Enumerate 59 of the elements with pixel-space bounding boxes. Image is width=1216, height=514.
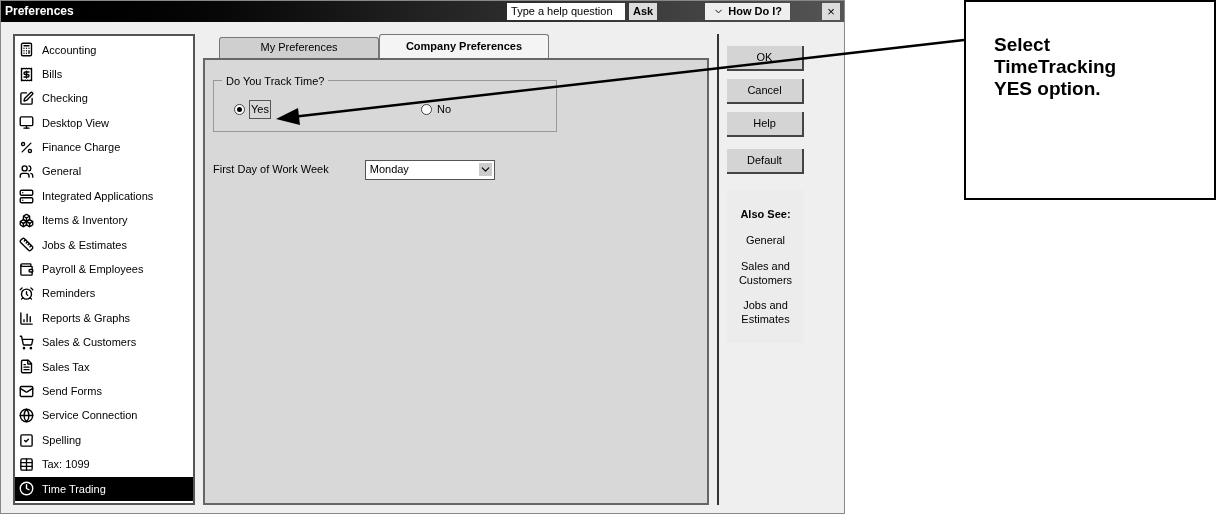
radio-button[interactable] <box>420 104 432 116</box>
also-see-title: Also See: <box>740 206 791 222</box>
wallet-icon <box>19 261 34 277</box>
percent-icon <box>19 139 34 155</box>
category-item[interactable]: Integrated Applications <box>15 183 193 209</box>
category-item[interactable]: Finance Charge <box>15 135 193 160</box>
dialog-button[interactable]: OK <box>727 45 804 71</box>
category-item[interactable]: Desktop View <box>15 110 193 136</box>
alarm-clock-icon <box>19 286 34 302</box>
pen-icon <box>19 91 34 107</box>
server-icon <box>19 188 34 204</box>
category-item[interactable]: Service Connection <box>15 403 193 428</box>
category-item[interactable]: Checking <box>15 86 193 111</box>
category-item[interactable]: Bills <box>15 61 193 87</box>
callout-text: Select TimeTracking YES option. <box>994 34 1118 100</box>
calculator-icon <box>19 42 34 58</box>
also-see-link[interactable]: General <box>733 234 798 248</box>
dialog-button[interactable]: Help <box>727 111 804 137</box>
ruler-icon <box>19 237 34 253</box>
close-button[interactable]: × <box>822 2 840 20</box>
checkbox-icon <box>19 432 34 448</box>
monitor-icon <box>19 115 34 131</box>
category-item[interactable]: Reports & Graphs <box>15 305 193 331</box>
tab[interactable]: Company Preferences <box>379 33 549 58</box>
cart-icon <box>19 334 34 350</box>
also-see-link[interactable]: Sales and Customers <box>733 259 798 288</box>
table-icon <box>19 456 34 472</box>
category-item[interactable]: Jobs & Estimates <box>15 232 193 258</box>
weekday-dropdown[interactable]: Monday <box>364 159 495 180</box>
clock-icon <box>19 481 34 497</box>
how-do-i-button[interactable]: How Do I? <box>705 2 790 20</box>
category-item[interactable]: Payroll & Employees <box>15 257 193 282</box>
help-search-field[interactable]: Type a help question <box>507 2 626 20</box>
tab[interactable]: My Preferences <box>219 36 379 58</box>
category-item[interactable]: Reminders <box>15 281 193 306</box>
radio-button[interactable] <box>234 104 245 116</box>
category-item[interactable]: Tax: 1099 <box>15 452 193 477</box>
category-item[interactable]: Accounting <box>15 37 193 62</box>
boxes-icon <box>19 213 34 228</box>
category-item[interactable]: Spelling <box>15 427 193 453</box>
window-title: Preferences <box>5 3 75 21</box>
category-item[interactable]: Send Forms <box>15 379 193 404</box>
category-item[interactable]: Time Trading <box>15 476 193 501</box>
category-item[interactable]: Sales Tax <box>15 354 193 380</box>
category-item[interactable]: Sales & Customers <box>15 330 193 355</box>
category-item[interactable]: Items & Inventory <box>15 208 193 233</box>
envelope-icon <box>19 383 34 399</box>
also-see-link[interactable]: Jobs and Estimates <box>733 299 798 327</box>
ask-button[interactable]: Ask <box>629 2 658 20</box>
radio-option[interactable]: No <box>420 101 452 118</box>
people-icon <box>19 164 34 180</box>
dialog-button[interactable]: Cancel <box>727 78 804 104</box>
receipt-icon <box>19 66 34 82</box>
document-icon <box>19 359 34 375</box>
bar-chart-icon <box>19 310 34 326</box>
category-item[interactable]: General <box>15 159 193 184</box>
field-label: First Day of Work Week <box>213 162 329 178</box>
dialog-button[interactable]: Default <box>727 148 804 174</box>
globe-icon <box>19 408 34 424</box>
